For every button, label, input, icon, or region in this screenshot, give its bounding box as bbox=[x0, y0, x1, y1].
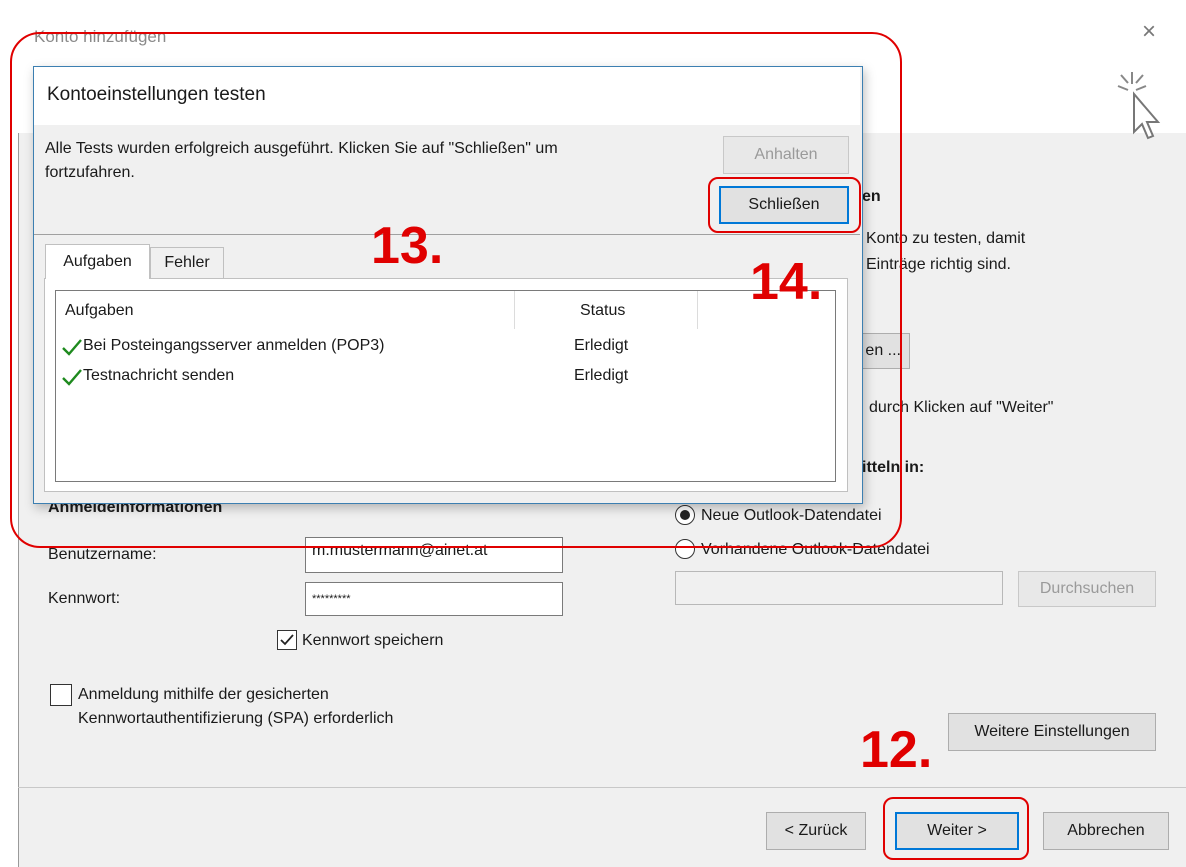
checkmark-icon bbox=[280, 634, 294, 646]
annotation-step-14: 14. bbox=[750, 253, 823, 311]
password-label: Kennwort: bbox=[48, 590, 121, 607]
cursor-click-icon bbox=[1112, 70, 1162, 155]
annotation-box-next bbox=[883, 797, 1029, 860]
footer-separator bbox=[18, 787, 1186, 788]
save-password-checkbox[interactable] bbox=[277, 630, 297, 650]
annotation-box-close bbox=[708, 177, 861, 233]
annotation-step-12: 12. bbox=[860, 721, 933, 779]
spa-label-line2: Kennwortauthentifizierung (SPA) erforder… bbox=[78, 710, 394, 727]
cancel-button[interactable]: Abbrechen bbox=[1043, 812, 1169, 850]
username-label: Benutzername: bbox=[48, 546, 157, 563]
save-password-label: Kennwort speichern bbox=[302, 632, 444, 649]
spa-label-line1: Anmeldung mithilfe der gesicherten bbox=[78, 686, 329, 703]
close-icon[interactable]: × bbox=[1142, 20, 1156, 44]
spa-checkbox[interactable] bbox=[50, 684, 72, 706]
annotation-step-13: 13. bbox=[371, 217, 444, 275]
password-input[interactable]: ********* bbox=[305, 582, 563, 616]
more-settings-button[interactable]: Weitere Einstellungen bbox=[948, 713, 1156, 751]
back-button[interactable]: < Zurück bbox=[766, 812, 866, 850]
browse-button[interactable]: Durchsuchen bbox=[1018, 571, 1156, 607]
datafile-path-input[interactable] bbox=[675, 571, 1003, 605]
